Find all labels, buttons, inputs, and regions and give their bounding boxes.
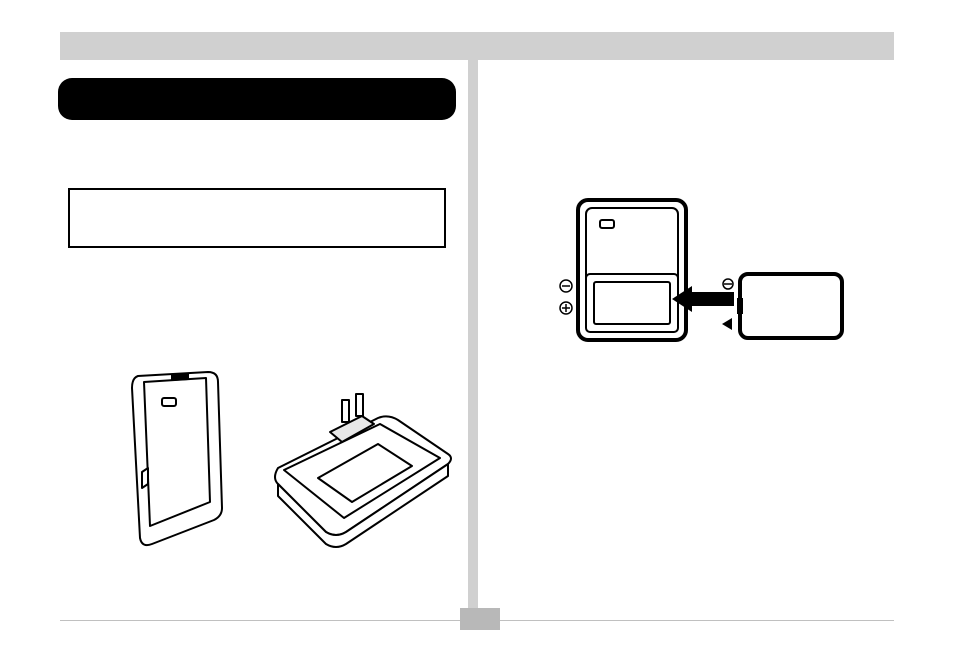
battery-pack-icon <box>736 270 846 342</box>
page-number-tab <box>460 608 500 630</box>
charger-open-icon <box>268 388 458 558</box>
charger-dock-icon <box>572 196 692 346</box>
section-title-pill <box>58 78 456 120</box>
charger-folded-icon <box>118 368 230 550</box>
page-center-divider <box>468 60 478 620</box>
info-callout-box <box>68 188 446 248</box>
header-bar <box>60 32 894 60</box>
dock-polarity-icon <box>558 278 574 322</box>
insert-arrow-icon <box>672 286 734 312</box>
